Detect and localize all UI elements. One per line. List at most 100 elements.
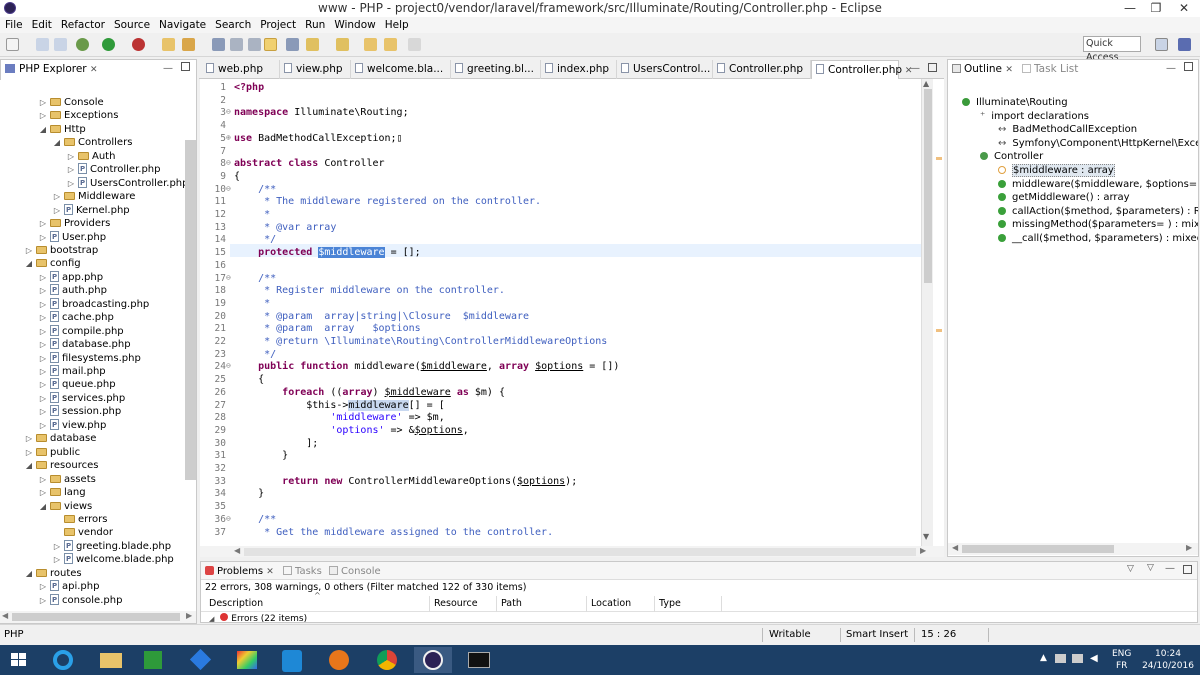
code-line[interactable]: foreach ((array) $middleware as $m) {: [234, 387, 505, 398]
overview-ruler[interactable]: [933, 79, 944, 546]
start-button[interactable]: [0, 647, 36, 673]
new-icon[interactable]: [6, 38, 19, 51]
problems-minimize-icon[interactable]: —: [1165, 563, 1175, 574]
tree-item[interactable]: ▷ bootstrap: [24, 244, 98, 258]
editor-minimize-icon[interactable]: —: [910, 63, 920, 74]
pdf-app-icon[interactable]: [272, 647, 310, 673]
tree-item[interactable]: ▷ Auth: [66, 150, 116, 164]
maximize-view-icon[interactable]: [181, 62, 190, 71]
store-icon[interactable]: [134, 647, 172, 673]
outline-item[interactable]: ↔ Symfony\Component\HttpKernel\Excepti: [998, 137, 1198, 151]
menu-source[interactable]: Source: [109, 18, 154, 33]
tree-item[interactable]: errors: [52, 513, 107, 527]
outline-minimize-icon[interactable]: —: [1166, 63, 1176, 74]
code-line[interactable]: protected $middleware = [];: [234, 247, 421, 259]
outline-item[interactable]: Controller: [980, 150, 1043, 164]
editor-tab[interactable]: welcome.bla...: [351, 60, 451, 79]
command-prompt-icon[interactable]: [460, 647, 498, 673]
tree-item[interactable]: ◢ Http: [38, 123, 86, 137]
editor-tab[interactable]: index.php: [541, 60, 617, 79]
editor-tab[interactable]: Controller.php: [713, 60, 811, 79]
code-line[interactable]: /**: [234, 273, 276, 284]
outline-hscrollbar[interactable]: ◀ ▶: [948, 543, 1198, 555]
internet-explorer-icon[interactable]: [44, 647, 82, 673]
eclipse-taskbar-icon[interactable]: [414, 647, 452, 673]
debug-icon[interactable]: [76, 38, 89, 51]
expand-toggle-icon[interactable]: ▷: [38, 96, 48, 110]
code-line[interactable]: * @return \Illuminate\Routing\Controller…: [234, 336, 607, 347]
col-description[interactable]: Description: [209, 598, 263, 609]
menu-window[interactable]: Window: [329, 18, 379, 33]
problems-maximize-icon[interactable]: [1183, 565, 1192, 574]
code-line[interactable]: {: [234, 374, 264, 385]
network-icon[interactable]: [1055, 654, 1066, 663]
fold-toggle-icon[interactable]: ⊖: [226, 107, 231, 116]
code-line[interactable]: * @var array: [234, 222, 336, 233]
expand-toggle-icon[interactable]: ▷: [38, 109, 48, 123]
next-annotation-icon[interactable]: [306, 38, 319, 51]
tree-item[interactable]: ▷ console.php: [38, 593, 122, 607]
close-button[interactable]: ✕: [1170, 0, 1198, 17]
code-line[interactable]: namespace Illuminate\Routing;: [234, 107, 409, 118]
tree-item[interactable]: ▷ auth.php: [38, 284, 107, 298]
block-select-icon[interactable]: [248, 38, 261, 51]
paint-app-icon[interactable]: [228, 647, 266, 673]
menu-navigate[interactable]: Navigate: [154, 18, 210, 33]
expand-toggle-icon[interactable]: ▷: [66, 163, 76, 177]
tree-item[interactable]: ▷ filesystems.php: [38, 351, 141, 365]
menu-edit[interactable]: Edit: [27, 18, 56, 33]
code-line[interactable]: * @param array|string|\Closure $middlewa…: [234, 311, 529, 322]
outline-maximize-icon[interactable]: [1184, 62, 1193, 71]
expand-toggle-icon[interactable]: ▷: [52, 204, 62, 218]
outline-item[interactable]: getMiddleware() : array: [998, 191, 1130, 205]
expand-toggle-icon[interactable]: ◢: [24, 257, 34, 271]
tree-item[interactable]: ▷ Kernel.php: [52, 203, 130, 218]
file-explorer-icon[interactable]: [92, 647, 130, 673]
chrome-icon[interactable]: [368, 647, 406, 673]
tasks-tab[interactable]: Tasks: [283, 564, 322, 579]
last-edit-icon[interactable]: [364, 38, 377, 51]
quick-access-input[interactable]: Quick Access: [1083, 36, 1141, 63]
code-line[interactable]: * @param array $options: [234, 323, 421, 334]
expand-toggle-icon[interactable]: ▷: [38, 486, 48, 500]
code-line[interactable]: public function middleware($middleware, …: [234, 361, 619, 372]
expand-toggle-icon[interactable]: ▷: [52, 540, 62, 554]
tree-item[interactable]: ▷ greeting.blade.php: [52, 539, 171, 554]
tree-item[interactable]: ▷ assets: [38, 473, 96, 487]
tree-item[interactable]: ▷ Console: [38, 96, 104, 110]
outline-item[interactable]: __call($method, $parameters) : mixed: [998, 232, 1198, 246]
expand-toggle-icon[interactable]: ▷: [66, 177, 76, 191]
code-line[interactable]: * Get the middleware assigned to the con…: [234, 527, 553, 538]
code-line[interactable]: */: [234, 234, 276, 245]
fold-toggle-icon[interactable]: ⊖: [226, 361, 231, 370]
col-path[interactable]: Path: [501, 598, 522, 609]
expand-toggle-icon[interactable]: ▷: [24, 244, 34, 258]
tree-item[interactable]: ▷ Controller.php: [66, 163, 160, 177]
outline-item[interactable]: middleware($middleware, $options= ) : Co: [998, 178, 1198, 192]
tasklist-tab[interactable]: Task List: [1018, 60, 1078, 79]
open-folder-icon[interactable]: [162, 38, 175, 51]
tree-item[interactable]: ▷ broadcasting.php: [38, 297, 149, 312]
tree-item[interactable]: ▷ User.php: [38, 230, 106, 245]
expand-toggle-icon[interactable]: ▷: [38, 298, 48, 312]
menu-project[interactable]: Project: [255, 18, 300, 33]
expand-toggle-icon[interactable]: ▷: [24, 446, 34, 460]
expand-toggle-icon[interactable]: ▷: [38, 325, 48, 339]
tree-item[interactable]: ◢ Controllers: [52, 136, 132, 150]
code-line[interactable]: */: [234, 349, 276, 360]
tray-expand-icon[interactable]: ▲: [1040, 653, 1047, 663]
col-type[interactable]: Type: [659, 598, 681, 609]
tree-item[interactable]: ▷ UsersController.php: [66, 176, 189, 191]
tree-item[interactable]: ◢ routes: [24, 567, 82, 581]
tree-item[interactable]: ▷ cache.php: [38, 311, 114, 325]
fold-toggle-icon[interactable]: ⊕: [226, 133, 231, 142]
forward-icon[interactable]: [408, 38, 421, 51]
editor-tab[interactable]: Controller.php ✕: [811, 60, 912, 79]
expand-toggle-icon[interactable]: ▷: [38, 231, 48, 245]
minimize-button[interactable]: —: [1116, 0, 1144, 17]
code-line[interactable]: 'options' => &$options,: [234, 425, 469, 436]
tree-item[interactable]: ▷ welcome.blade.php: [52, 553, 174, 567]
expand-toggle-icon[interactable]: ▷: [38, 271, 48, 285]
expand-toggle-icon[interactable]: ▷: [24, 432, 34, 446]
tree-item[interactable]: ▷ database.php: [38, 338, 131, 352]
